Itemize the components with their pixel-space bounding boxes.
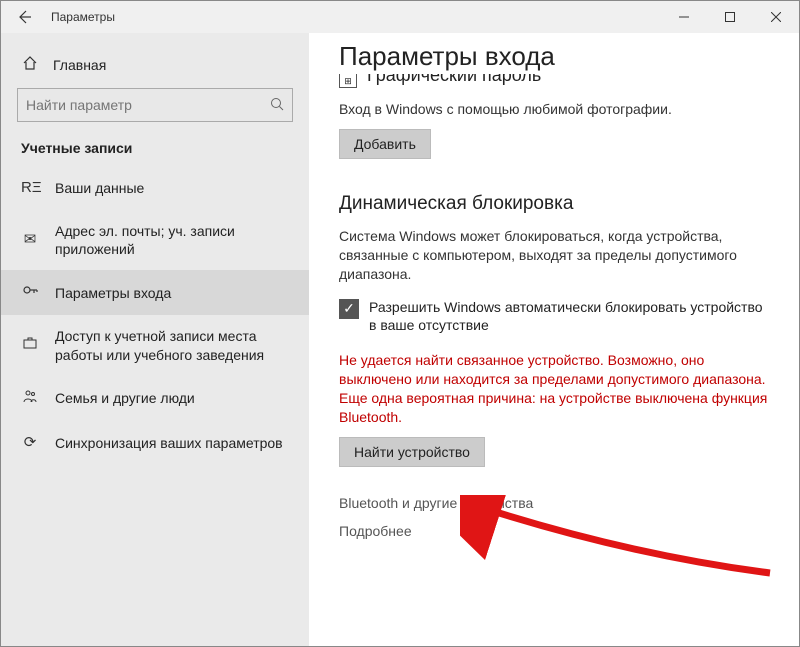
- window-title: Параметры: [47, 10, 661, 24]
- arrow-left-icon: [16, 9, 32, 25]
- sidebar-item-label: Синхронизация ваших параметров: [55, 434, 293, 452]
- bluetooth-link[interactable]: Bluetooth и другие устройства: [339, 495, 769, 511]
- maximize-icon: [725, 12, 735, 22]
- checkbox-label: Разрешить Windows автоматически блокиров…: [369, 298, 769, 336]
- close-icon: [771, 12, 781, 22]
- search-input[interactable]: [26, 97, 270, 113]
- picture-password-desc: Вход в Windows с помощью любимой фотогра…: [339, 100, 769, 119]
- picture-password-icon: ⊞: [339, 74, 357, 88]
- dynamic-lock-checkbox-row[interactable]: ✓ Разрешить Windows автоматически блокир…: [339, 298, 769, 336]
- sidebar-item-email[interactable]: ✉ Адрес эл. почты; уч. записи приложений: [1, 210, 309, 270]
- work-access-icon: [21, 335, 39, 357]
- find-device-button[interactable]: Найти устройство: [339, 437, 485, 467]
- sidebar-item-label: Доступ к учетной записи места работы или…: [55, 327, 293, 363]
- dynamic-lock-desc: Система Windows может блокироваться, ког…: [339, 227, 769, 284]
- minimize-icon: [679, 12, 689, 22]
- sidebar-item-signin-options[interactable]: Параметры входа: [1, 270, 309, 316]
- sidebar-item-label: Адрес эл. почты; уч. записи приложений: [55, 222, 293, 258]
- home-link[interactable]: Главная: [1, 47, 309, 88]
- sidebar-item-your-info[interactable]: RΞ Ваши данные: [1, 166, 309, 210]
- maximize-button[interactable]: [707, 1, 753, 33]
- close-button[interactable]: [753, 1, 799, 33]
- sidebar-item-work-access[interactable]: Доступ к учетной записи места работы или…: [1, 315, 309, 375]
- page-title: Параметры входа: [339, 41, 769, 72]
- back-button[interactable]: [1, 1, 47, 33]
- picture-password-section-cut: ⊞ Графический пароль: [339, 74, 769, 88]
- key-icon: [21, 282, 39, 304]
- checkbox-checked-icon[interactable]: ✓: [339, 299, 359, 319]
- learn-more-link[interactable]: Подробнее: [339, 523, 769, 539]
- minimize-button[interactable]: [661, 1, 707, 33]
- family-icon: [21, 388, 39, 410]
- sidebar-item-family[interactable]: Семья и другие люди: [1, 376, 309, 422]
- sidebar-section-title: Учетные записи: [1, 140, 309, 166]
- titlebar: Параметры: [1, 1, 799, 33]
- search-wrap: [1, 88, 309, 140]
- picture-password-title: Графический пароль: [367, 74, 541, 79]
- home-label: Главная: [53, 57, 106, 73]
- user-info-icon: RΞ: [21, 178, 39, 198]
- search-box[interactable]: [17, 88, 293, 122]
- sidebar-item-label: Параметры входа: [55, 284, 293, 302]
- dynamic-lock-error: Не удается найти связанное устройство. В…: [339, 351, 769, 427]
- content: Параметры входа ⊞ Графический пароль Вхо…: [309, 33, 799, 646]
- search-icon: [270, 97, 284, 114]
- add-button[interactable]: Добавить: [339, 129, 431, 159]
- settings-window: Параметры Главная: [0, 0, 800, 647]
- sidebar-item-sync[interactable]: ⟳ Синхронизация ваших параметров: [1, 421, 309, 465]
- sidebar-item-label: Ваши данные: [55, 179, 293, 197]
- body: Главная Учетные записи RΞ Ваши данные ✉ …: [1, 33, 799, 646]
- email-icon: ✉: [21, 230, 39, 250]
- sidebar-item-label: Семья и другие люди: [55, 389, 293, 407]
- dynamic-lock-title: Динамическая блокировка: [339, 193, 769, 215]
- sync-icon: ⟳: [21, 433, 39, 453]
- window-controls: [661, 1, 799, 33]
- sidebar: Главная Учетные записи RΞ Ваши данные ✉ …: [1, 33, 309, 646]
- home-icon: [21, 55, 39, 74]
